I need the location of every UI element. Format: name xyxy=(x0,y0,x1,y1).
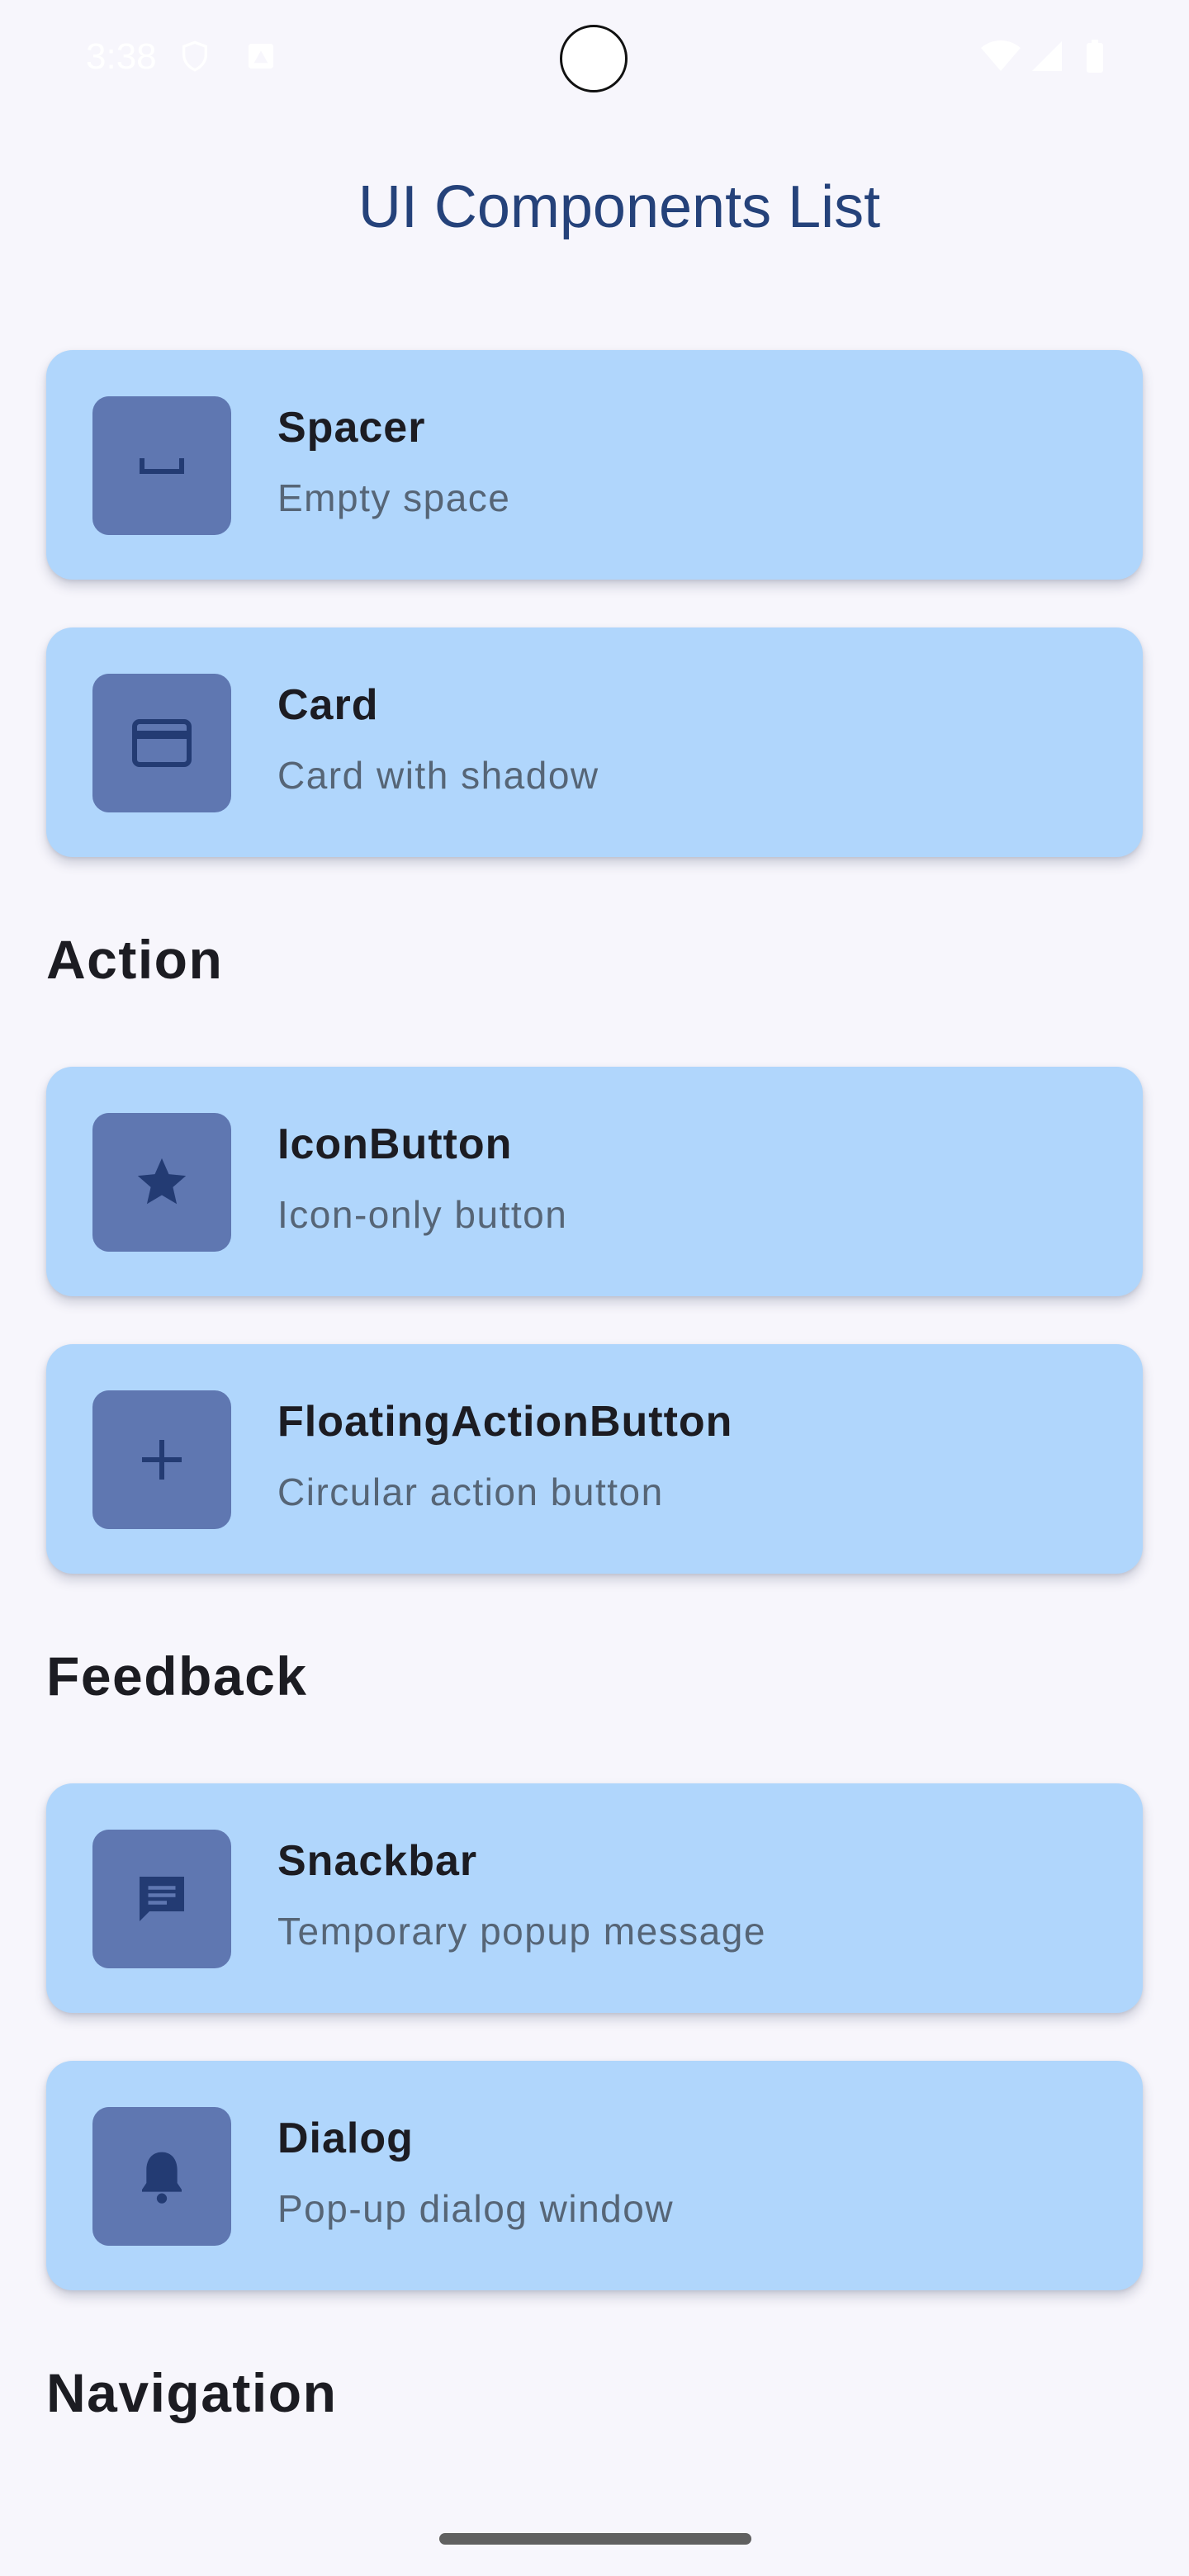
section-header-navigation: Navigation xyxy=(46,2362,338,2423)
list-item-title: Snackbar xyxy=(277,1837,478,1885)
cellular-signal-icon xyxy=(1030,40,1063,73)
plus-icon xyxy=(92,1390,231,1529)
status-time: 3:38 xyxy=(86,36,157,77)
list-item-card[interactable]: Card Card with shadow xyxy=(46,627,1143,857)
shield-icon xyxy=(178,40,211,73)
message-icon xyxy=(92,1830,231,1968)
list-item-title: FloatingActionButton xyxy=(277,1398,733,1446)
camera-cutout xyxy=(560,25,628,92)
notification-icon xyxy=(244,40,277,73)
star-icon xyxy=(92,1113,231,1252)
list-item-spacer[interactable]: Spacer Empty space xyxy=(46,350,1143,580)
list-item-snackbar[interactable]: Snackbar Temporary popup message xyxy=(46,1783,1143,2013)
status-bar: 3:38 xyxy=(0,0,1189,116)
list-item-iconbutton[interactable]: IconButton Icon-only button xyxy=(46,1067,1143,1296)
list-item-subtitle: Icon-only button xyxy=(277,1193,568,1236)
list-item-title: Card xyxy=(277,681,379,729)
list-item-title: IconButton xyxy=(277,1120,513,1168)
list-item-floatingactionbutton[interactable]: FloatingActionButton Circular action but… xyxy=(46,1344,1143,1574)
list-item-title: Dialog xyxy=(277,2114,414,2162)
page-title: UI Components List xyxy=(0,173,1189,241)
section-header-feedback: Feedback xyxy=(46,1646,308,1707)
list-item-subtitle: Card with shadow xyxy=(277,754,599,797)
list-item-subtitle: Circular action button xyxy=(277,1470,664,1513)
list-item-subtitle: Temporary popup message xyxy=(277,1910,766,1953)
wifi-icon xyxy=(979,40,1022,73)
home-indicator[interactable] xyxy=(439,2533,751,2545)
battery-icon xyxy=(1085,40,1105,73)
list-item-title: Spacer xyxy=(277,404,426,452)
page-title-text: UI Components List xyxy=(358,174,881,240)
section-header-action: Action xyxy=(46,929,224,990)
credit-card-icon xyxy=(92,674,231,812)
list-item-dialog[interactable]: Dialog Pop-up dialog window xyxy=(46,2061,1143,2290)
bell-icon xyxy=(92,2107,231,2246)
list-item-subtitle: Pop-up dialog window xyxy=(277,2187,675,2230)
list-item-subtitle: Empty space xyxy=(277,476,511,519)
spacer-icon xyxy=(92,396,231,535)
